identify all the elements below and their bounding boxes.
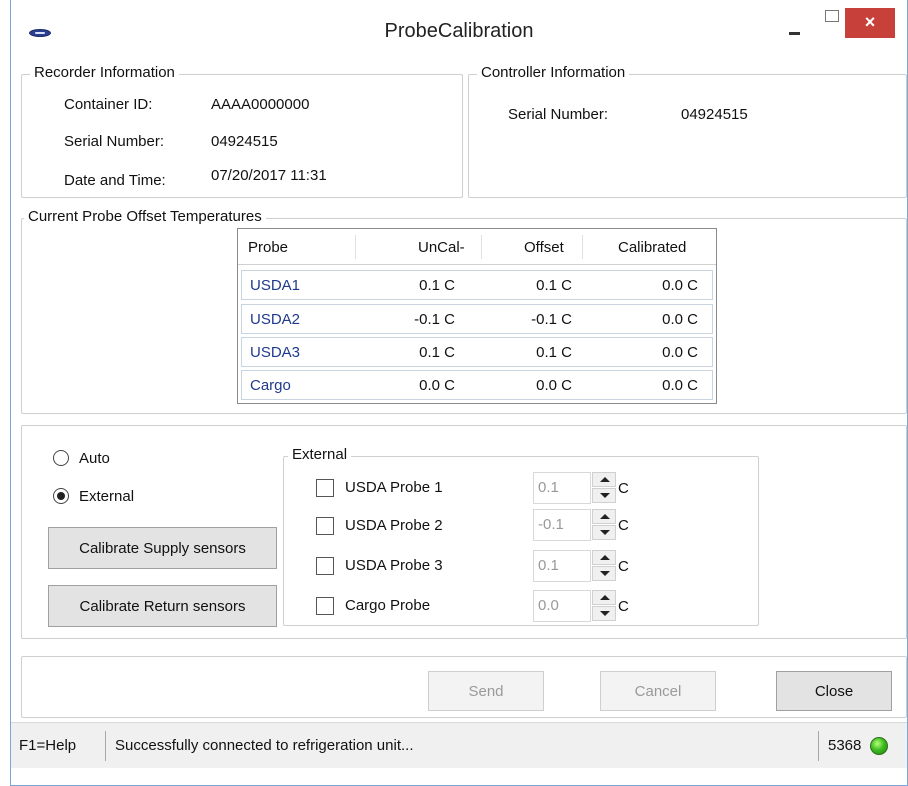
calibrated-cell: 0.0 C (662, 377, 698, 394)
column-header-probe: Probe (248, 239, 289, 256)
date-time-value: 07/20/2017 11:31 (211, 167, 327, 184)
column-header-uncal: UnCal- (418, 239, 465, 256)
offset-cell: 0.0 C (536, 377, 572, 394)
usda-probe-1-label[interactable]: USDA Probe 1 (345, 479, 443, 496)
stepper-down-icon[interactable] (592, 566, 616, 581)
status-code: 5368 (828, 737, 862, 754)
usda-probe-2-label[interactable]: USDA Probe 2 (345, 517, 443, 534)
unit-label: C (618, 558, 629, 575)
controller-info-legend: Controller Information (477, 64, 630, 81)
uncal-cell: 0.1 C (419, 344, 455, 361)
recorder-serial-value: 04924515 (211, 133, 278, 150)
calibrated-cell: 0.0 C (662, 277, 698, 294)
controller-info-group: Controller Information (468, 64, 907, 198)
probe-name-cell: USDA1 (250, 277, 301, 294)
date-time-label: Date and Time: (64, 172, 166, 189)
stepper-up-icon[interactable] (592, 472, 616, 487)
recorder-serial-label: Serial Number: (64, 133, 165, 150)
help-hint: F1=Help (19, 737, 77, 754)
controller-serial-value: 04924515 (681, 106, 748, 123)
calibrate-supply-button[interactable]: Calibrate Supply sensors (48, 527, 277, 569)
external-legend: External (288, 446, 352, 463)
column-header-offset: Offset (524, 239, 564, 256)
offset-cell: 0.1 C (536, 277, 572, 294)
status-message: Successfully connected to refrigeration … (115, 737, 414, 754)
calibrated-cell: 0.0 C (662, 311, 698, 328)
usda-probe-3-input[interactable]: 0.1 (533, 550, 591, 582)
cancel-button[interactable]: Cancel (600, 671, 716, 711)
close-window-button[interactable]: × (845, 8, 895, 38)
stepper-up-icon[interactable] (592, 590, 616, 605)
container-id-label: Container ID: (64, 96, 153, 113)
table-row[interactable]: USDA3 0.1 C 0.1 C 0.0 C (241, 337, 713, 367)
probe-name-cell: Cargo (250, 377, 291, 394)
offset-cell: -0.1 C (531, 311, 572, 328)
maximize-button[interactable] (817, 6, 845, 46)
stepper-down-icon[interactable] (592, 606, 616, 621)
cargo-probe-input[interactable]: 0.0 (533, 590, 591, 622)
uncal-cell: 0.1 C (419, 277, 455, 294)
auto-radio[interactable] (53, 450, 69, 466)
table-row[interactable]: Cargo 0.0 C 0.0 C 0.0 C (241, 370, 713, 400)
stepper-up-icon[interactable] (592, 550, 616, 565)
container-id-value: AAAA0000000 (211, 96, 310, 113)
column-divider (481, 235, 482, 259)
stepper-up-icon[interactable] (592, 509, 616, 524)
status-divider (105, 731, 106, 761)
usda-probe-3-checkbox[interactable] (316, 557, 334, 575)
uncal-cell: -0.1 C (414, 311, 455, 328)
offset-cell: 0.1 C (536, 344, 572, 361)
column-divider (355, 235, 356, 259)
usda-probe-2-checkbox[interactable] (316, 517, 334, 535)
table-row[interactable]: USDA1 0.1 C 0.1 C 0.0 C (241, 270, 713, 300)
auto-radio-label[interactable]: Auto (79, 450, 110, 467)
cargo-probe-label[interactable]: Cargo Probe (345, 597, 430, 614)
usda-probe-2-input[interactable]: -0.1 (533, 509, 591, 541)
stepper-down-icon[interactable] (592, 525, 616, 540)
probe-name-cell: USDA3 (250, 344, 301, 361)
connection-status-icon (870, 737, 888, 755)
usda-probe-1-checkbox[interactable] (316, 479, 334, 497)
unit-label: C (618, 598, 629, 615)
status-divider (818, 731, 819, 761)
probe-offset-table: Probe UnCal- Offset Calibrated USDA1 0.1… (237, 228, 717, 404)
status-bar: F1=Help Successfully connected to refrig… (11, 722, 907, 768)
send-button[interactable]: Send (428, 671, 544, 711)
column-header-calibrated: Calibrated (618, 239, 687, 256)
unit-label: C (618, 517, 629, 534)
stepper-down-icon[interactable] (592, 488, 616, 503)
table-row[interactable]: USDA2 -0.1 C -0.1 C 0.0 C (241, 304, 713, 334)
calibrated-cell: 0.0 C (662, 344, 698, 361)
external-radio-label[interactable]: External (79, 488, 134, 505)
usda-probe-3-label[interactable]: USDA Probe 3 (345, 557, 443, 574)
usda-probe-3-stepper[interactable] (592, 550, 618, 582)
external-radio[interactable] (53, 488, 69, 504)
usda-probe-2-stepper[interactable] (592, 509, 618, 541)
table-header: Probe UnCal- Offset Calibrated (238, 229, 716, 265)
recorder-info-legend: Recorder Information (30, 64, 179, 81)
title-bar[interactable]: ProbeCalibration × (11, 0, 907, 56)
cargo-probe-stepper[interactable] (592, 590, 618, 622)
close-button[interactable]: Close (776, 671, 892, 711)
calibrate-return-button[interactable]: Calibrate Return sensors (48, 585, 277, 627)
usda-probe-1-input[interactable]: 0.1 (533, 472, 591, 504)
cargo-probe-checkbox[interactable] (316, 597, 334, 615)
unit-label: C (618, 480, 629, 497)
probe-calibration-window: ProbeCalibration × Recorder Information … (10, 0, 908, 786)
controller-serial-label: Serial Number: (508, 106, 609, 123)
minimize-button[interactable] (771, 8, 817, 48)
column-divider (582, 235, 583, 259)
probe-name-cell: USDA2 (250, 311, 301, 328)
usda-probe-1-stepper[interactable] (592, 472, 618, 504)
probe-offsets-legend: Current Probe Offset Temperatures (24, 208, 266, 225)
uncal-cell: 0.0 C (419, 377, 455, 394)
